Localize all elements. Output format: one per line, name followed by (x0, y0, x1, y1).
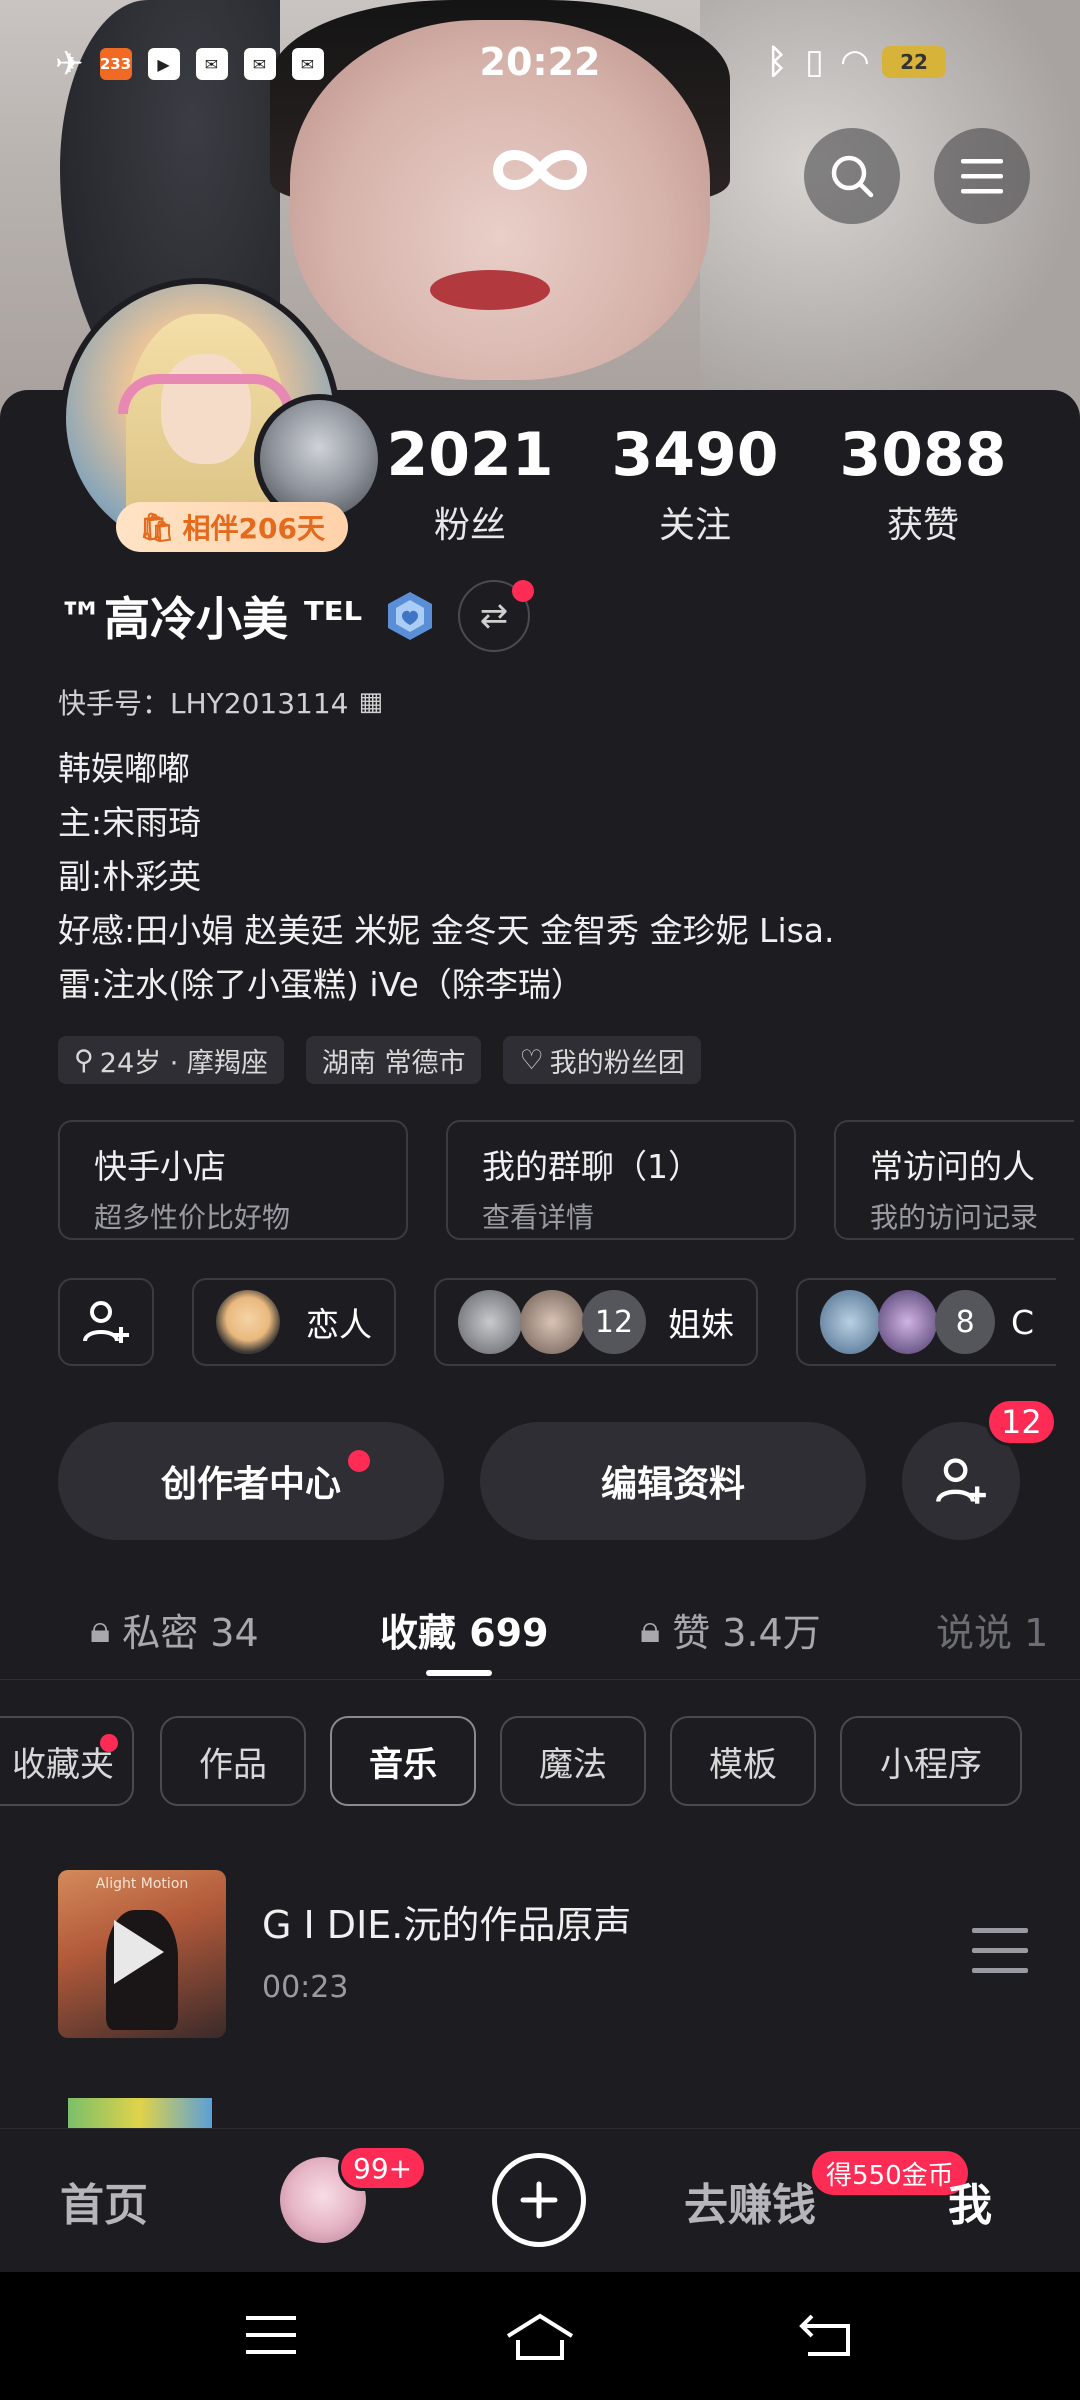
creator-center-button[interactable]: 创作者中心 (58, 1422, 444, 1540)
song-title: G I DIE.沅的作品原声 (262, 1903, 632, 1947)
tag-location[interactable]: 湖南 常德市 (305, 1036, 482, 1084)
add-friends-button[interactable]: 12 (902, 1398, 1057, 1540)
heart-icon: ♡ (519, 1044, 544, 1076)
play-icon[interactable] (114, 1920, 164, 1984)
chip-templates[interactable]: 模板 (670, 1716, 816, 1806)
chip-magic[interactable]: 魔法 (500, 1716, 646, 1806)
shortcut-frequent-visitors[interactable]: 常访问的人 我的访问记录 (834, 1120, 1074, 1240)
swap-icon: ⇄ (479, 596, 509, 636)
add-friend-button[interactable] (58, 1278, 154, 1366)
song-cover[interactable]: Alight Motion (58, 1870, 226, 2038)
battery-icon: 22 (882, 46, 946, 78)
tab-liked[interactable]: 🔒︎ 赞 3.4万 (640, 1602, 821, 1657)
group-avatar (458, 1290, 522, 1354)
tag-age-zodiac[interactable]: ⚲ 24岁 · 摩羯座 (58, 1036, 284, 1084)
hamburger-icon (961, 159, 1003, 194)
tab-favorites[interactable]: 收藏 699 (380, 1602, 549, 1657)
back-icon[interactable] (798, 2312, 854, 2358)
bio: 韩娱嘟嘟 主:宋雨琦 副:朴彩英 好感:田小娟 赵美廷 米妮 金冬天 金智秀 金… (58, 749, 835, 1004)
nav-home[interactable]: 首页 (60, 2129, 148, 2273)
list-menu-icon[interactable] (972, 1926, 1028, 1976)
filter-chips: 收藏夹 作品 音乐 魔法 模板 小程序 (0, 1716, 1080, 1806)
switch-account-button[interactable]: ⇄ (458, 580, 535, 652)
notification-dot (100, 1734, 118, 1752)
qr-code-icon[interactable]: ▦ (358, 687, 383, 717)
group-avatar (520, 1290, 584, 1354)
avatar-badge: 99+ (338, 2145, 428, 2191)
group-other[interactable]: 8 C (796, 1278, 1056, 1366)
add-user-icon (83, 1301, 129, 1343)
status-bar: ✈ 233 ▶ ✉ ✉ ✉ 20:22 ᛒ ▯ ◠ 22 (0, 0, 1080, 120)
fans-stat[interactable]: 2021 粉丝 (387, 420, 554, 548)
verified-badge-icon[interactable] (384, 590, 436, 642)
chip-folders[interactable]: 收藏夹 (0, 1716, 134, 1806)
chip-mini-programs[interactable]: 小程序 (840, 1716, 1022, 1806)
following-stat[interactable]: 3490 关注 (612, 420, 779, 548)
list-item[interactable]: Alight Motion G I DIE.沅的作品原声 00:23 (58, 1870, 1028, 2040)
lock-icon: 🔒︎ (640, 1607, 661, 1651)
chip-works[interactable]: 作品 (160, 1716, 306, 1806)
bluetooth-icon: ᛒ (766, 42, 788, 82)
notification-dot (348, 1450, 370, 1472)
group-avatar (820, 1290, 880, 1354)
chip-music[interactable]: 音乐 (330, 1716, 476, 1806)
group-sisters[interactable]: 12 姐妹 (434, 1278, 758, 1366)
bottom-nav: 首页 99+ 去赚钱 得550金币 我 (0, 2128, 1080, 2272)
system-nav-bar (0, 2272, 1080, 2400)
gift-bag-icon: 🛍 (139, 510, 175, 544)
search-button[interactable] (804, 128, 900, 224)
song-duration: 00:23 (262, 1970, 349, 2005)
group-lovers[interactable]: 恋人 (192, 1278, 396, 1366)
coin-badge: 得550金币 (812, 2151, 968, 2195)
tab-private[interactable]: 🔒︎ 私密 34 (90, 1602, 259, 1657)
notification-dot (512, 580, 535, 602)
shortcut-group-chat[interactable]: 我的群聊（1） 查看详情 (446, 1120, 796, 1240)
lock-icon: 🔒︎ (90, 1607, 111, 1651)
edit-profile-button[interactable]: 编辑资料 (480, 1422, 866, 1540)
create-button[interactable] (492, 2153, 586, 2247)
group-avatar (216, 1290, 280, 1354)
nav-me[interactable]: 我 (948, 2129, 992, 2273)
count-badge: 12 (986, 1398, 1057, 1446)
kuaishou-logo-icon (492, 150, 588, 190)
vibrate-icon: ▯ (805, 42, 824, 82)
gender-icon: ⚲ (74, 1044, 94, 1076)
recent-apps-icon[interactable] (244, 2312, 298, 2358)
home-icon[interactable] (504, 2310, 576, 2362)
content-tabs: 🔒︎ 私密 34 收藏 699 🔒︎ 赞 3.4万 说说 1 (0, 1584, 1080, 1680)
likes-stat[interactable]: 3088 获赞 (840, 420, 1007, 548)
search-icon (831, 155, 874, 198)
companion-badge[interactable]: 🛍 相伴206天 (116, 502, 348, 552)
shortcut-shop[interactable]: 快手小店 超多性价比好物 (58, 1120, 408, 1240)
plus-icon (520, 2181, 558, 2219)
next-item-cover[interactable] (68, 2098, 212, 2128)
tab-posts[interactable]: 说说 1 (936, 1602, 1048, 1657)
tab-indicator (426, 1670, 492, 1676)
group-avatar (877, 1290, 938, 1354)
tag-fan-group[interactable]: ♡ 我的粉丝团 (503, 1036, 701, 1084)
profile-name: ™高冷小美 ᵀᴱᴸ (58, 592, 363, 646)
menu-button[interactable] (934, 128, 1030, 224)
wifi-icon: ◠ (841, 42, 868, 82)
add-user-icon (936, 1458, 986, 1504)
user-id[interactable]: 快手号：LHY2013114 ▦ (58, 682, 383, 722)
nav-earn[interactable]: 去赚钱 (684, 2129, 816, 2273)
